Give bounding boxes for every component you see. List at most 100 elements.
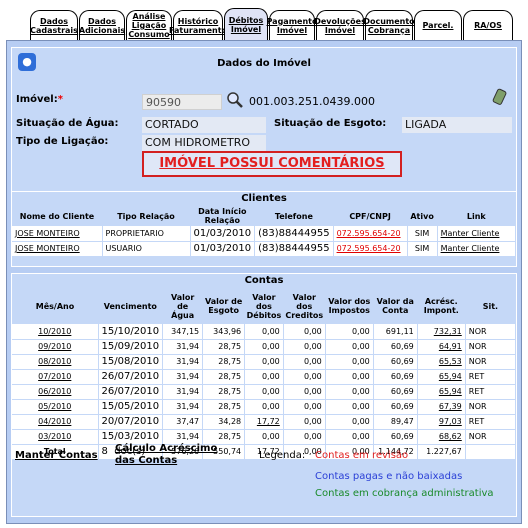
valor-impostos: 0,00 bbox=[325, 339, 374, 355]
acresc-link[interactable]: 65,53 bbox=[417, 354, 466, 370]
col-header: Valor dos Débitos bbox=[246, 292, 282, 320]
cpf-link[interactable]: 072.595.654-20 bbox=[333, 241, 408, 257]
contas-table: Mês/Ano Vencimento Valor de Água Valor d… bbox=[12, 288, 517, 460]
valor-creditos: 0,00 bbox=[283, 384, 326, 400]
col-header: Telefone bbox=[274, 211, 313, 221]
acresc-link[interactable]: 732,31 bbox=[417, 324, 466, 340]
ativo: SIM bbox=[407, 226, 438, 242]
mes-ano-link[interactable]: 10/2010 bbox=[12, 324, 99, 340]
valor-conta: 60,69 bbox=[373, 339, 418, 355]
search-icon[interactable] bbox=[226, 91, 244, 109]
mes-ano-link[interactable]: 07/2010 bbox=[12, 369, 99, 385]
cliente-nome-link[interactable]: JOSE MONTEIRO bbox=[12, 241, 103, 257]
tab-dados-adicionais[interactable]: Dados Adicionais bbox=[79, 10, 125, 40]
mes-ano-link[interactable]: 09/2010 bbox=[12, 339, 99, 355]
col-header: Mês/Ano bbox=[35, 301, 75, 311]
valor-esgoto: 343,96 bbox=[202, 324, 246, 340]
legenda-pagas: Contas pagas e não baixadas bbox=[315, 471, 463, 482]
table-row: 06/2010 26/07/2010 31,94 28,75 0,00 0,00 0,00 6… bbox=[12, 384, 517, 400]
tab-devolucoes-imovel[interactable]: Devoluções Imóvel bbox=[314, 10, 366, 40]
acresc-link[interactable]: 65,94 bbox=[417, 384, 466, 400]
telefone: (83)88444955 bbox=[254, 241, 334, 257]
tab-dados-cadastrais[interactable]: Dados Cadastrais bbox=[30, 10, 78, 40]
acresc-link[interactable]: 65,94 bbox=[417, 369, 466, 385]
ativo: SIM bbox=[407, 241, 438, 257]
clientes-table: Nome do Cliente Tipo Relação Data Início… bbox=[12, 206, 517, 257]
mes-ano-link[interactable]: 04/2010 bbox=[12, 414, 99, 430]
valor-impostos: 0,00 bbox=[325, 414, 374, 430]
acresc-link[interactable]: 68,62 bbox=[417, 429, 466, 445]
mes-ano-link[interactable]: 03/2010 bbox=[12, 429, 99, 445]
tab-debitos-imovel[interactable]: Débitos Imóvel bbox=[224, 8, 268, 40]
table-row: JOSE MONTEIRO USUARIO 01/03/2010 (83)884… bbox=[12, 241, 517, 257]
col-header: Tipo Relação bbox=[117, 211, 175, 221]
tipo-ligacao-label: Tipo de Ligação: bbox=[16, 136, 109, 147]
situacao-agua-value: CORTADO bbox=[142, 117, 266, 133]
valor-agua: 31,94 bbox=[162, 369, 204, 385]
valor-impostos: 0,00 bbox=[325, 384, 374, 400]
vencimento: 15/09/2010 bbox=[98, 339, 164, 355]
legenda-revisao: Contas em revisão bbox=[315, 450, 409, 461]
col-header: Ativo bbox=[410, 211, 434, 221]
tab-documento-cobranca[interactable]: Documento Cobrança bbox=[363, 10, 415, 40]
tab-ra-os[interactable]: RA/OS bbox=[463, 10, 513, 40]
valor-agua: 31,94 bbox=[162, 429, 204, 445]
comment-icon[interactable]: ● bbox=[18, 53, 36, 71]
table-row: JOSE MONTEIRO PROPRIETARIO 01/03/2010 (8… bbox=[12, 226, 517, 242]
situacao: NOR bbox=[465, 324, 517, 340]
valor-debitos: 0,00 bbox=[244, 354, 284, 370]
valor-esgoto: 28,75 bbox=[202, 369, 246, 385]
tab-pagamento-imovel[interactable]: Pagamento Imóvel bbox=[267, 10, 317, 40]
mes-ano-link[interactable]: 05/2010 bbox=[12, 399, 99, 415]
valor-creditos: 0,00 bbox=[283, 324, 326, 340]
valor-conta: 60,69 bbox=[373, 429, 418, 445]
valor-agua: 347,15 bbox=[162, 324, 204, 340]
clientes-section: Clientes Nome do Cliente Tipo Relação Da… bbox=[11, 191, 517, 267]
acresc-link[interactable]: 97,03 bbox=[417, 414, 466, 430]
valor-creditos: 0,00 bbox=[283, 429, 326, 445]
valor-conta: 89,47 bbox=[373, 414, 418, 430]
manter-cliente-link[interactable]: Manter Cliente bbox=[437, 226, 517, 242]
valor-agua: 31,94 bbox=[162, 384, 204, 400]
valor-creditos: 0,00 bbox=[283, 354, 326, 370]
table-row: 07/2010 26/07/2010 31,94 28,75 0,00 0,00 0,00 6… bbox=[12, 369, 517, 385]
manter-cliente-link[interactable]: Manter Cliente bbox=[437, 241, 517, 257]
valor-impostos: 0,00 bbox=[325, 429, 374, 445]
tab-parcel[interactable]: Parcel. bbox=[414, 10, 462, 40]
valor-agua: 31,94 bbox=[162, 354, 204, 370]
imovel-input[interactable]: 90590 bbox=[142, 94, 222, 110]
table-row: 03/2010 15/03/2010 31,94 28,75 0,00 0,00 0,00 6… bbox=[12, 429, 517, 445]
tab-analise-ligacao[interactable]: Análise Ligação Consumo bbox=[126, 10, 172, 40]
valor-debitos[interactable]: 17,72 bbox=[244, 414, 284, 430]
cpf-link[interactable]: 072.595.654-20 bbox=[333, 226, 408, 242]
manter-contas-link[interactable]: Manter Contas bbox=[15, 450, 98, 461]
acresc-link[interactable]: 64,91 bbox=[417, 339, 466, 355]
eraser-icon[interactable] bbox=[492, 88, 508, 106]
col-header: Valor dos Impostos bbox=[328, 297, 371, 315]
main-panel: ● Dados do Imóvel Imóvel:* 90590 001.003… bbox=[6, 40, 522, 524]
situacao: NOR bbox=[465, 354, 517, 370]
cliente-nome-link[interactable]: JOSE MONTEIRO bbox=[12, 226, 103, 242]
tipo-relacao: PROPRIETARIO bbox=[102, 226, 191, 242]
calculo-acrescimo-link[interactable]: Cálculo Acréscimo das Contas bbox=[115, 443, 235, 467]
mes-ano-link[interactable]: 08/2010 bbox=[12, 354, 99, 370]
data-inicio: 01/03/2010 bbox=[190, 241, 256, 257]
col-header: Acrésc. Impont. bbox=[423, 297, 459, 315]
valor-conta: 691,11 bbox=[373, 324, 418, 340]
mes-ano-link[interactable]: 06/2010 bbox=[12, 384, 99, 400]
situacao: RET bbox=[465, 414, 517, 430]
valor-creditos: 0,00 bbox=[283, 414, 326, 430]
comentarios-warning-link[interactable]: IMÓVEL POSSUI COMENTÁRIOS bbox=[142, 151, 402, 177]
valor-debitos: 0,00 bbox=[244, 429, 284, 445]
valor-agua: 37,47 bbox=[162, 414, 204, 430]
col-header: Valor de Esgoto bbox=[205, 297, 243, 315]
tab-historico-faturamento[interactable]: Histórico Faturamento bbox=[169, 10, 227, 40]
situacao: NOR bbox=[465, 399, 517, 415]
acresc-link[interactable]: 67,39 bbox=[417, 399, 466, 415]
col-header: Valor de Água bbox=[170, 292, 195, 320]
table-row: 10/2010 15/10/2010 347,15 343,96 0,00 0,00 0,0… bbox=[12, 324, 517, 340]
inscricao-value: 001.003.251.0439.000 bbox=[249, 95, 375, 108]
valor-debitos: 0,00 bbox=[244, 399, 284, 415]
col-header: Valor da Conta bbox=[376, 297, 414, 315]
vencimento: 26/07/2010 bbox=[98, 369, 164, 385]
